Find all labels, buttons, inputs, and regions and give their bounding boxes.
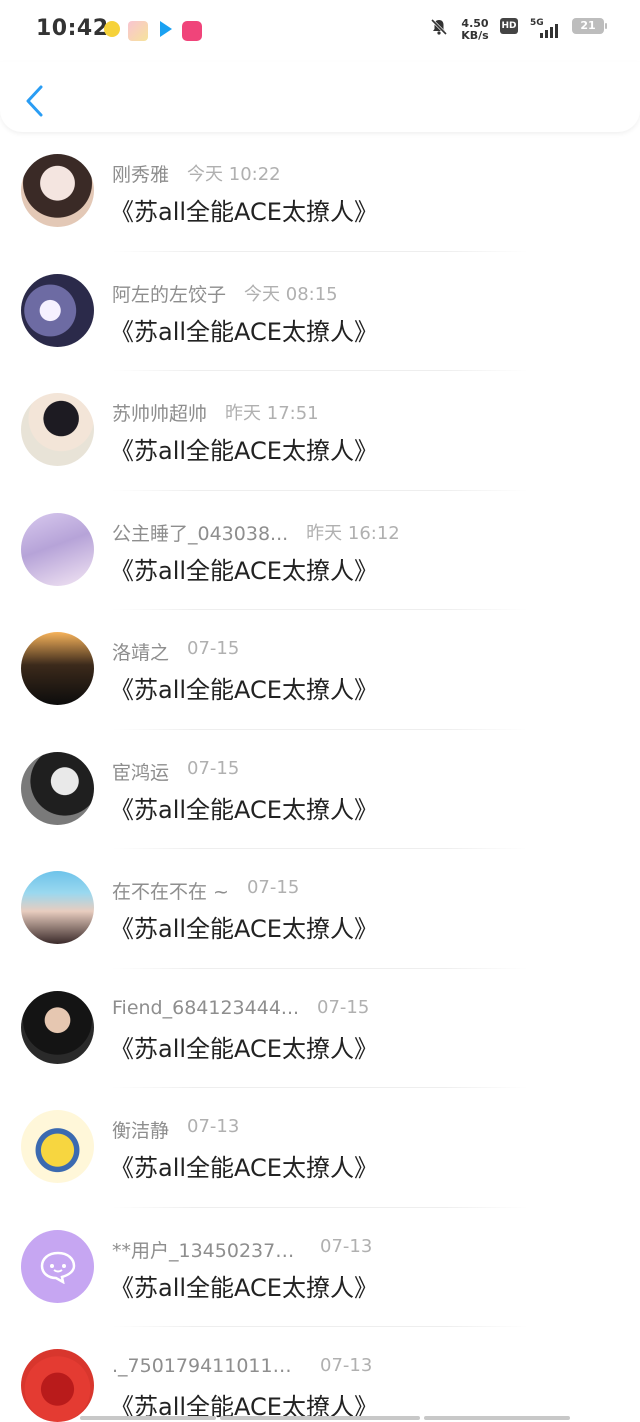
item-title: 《苏all全能ACE太撩人》: [110, 198, 378, 226]
item-meta: 苏帅帅超帅 昨天 17:51: [112, 399, 319, 427]
item-meta: ._75017941101115... 07-13: [112, 1355, 372, 1383]
timestamp: 07-13: [187, 1116, 240, 1137]
avatar[interactable]: [21, 1229, 94, 1303]
item-title: 《苏all全能ACE太撩人》: [110, 437, 378, 465]
hd-badge: HD: [500, 18, 518, 34]
signal-icon: 5G: [530, 18, 558, 38]
list-item[interactable]: 刚秀雅 今天 10:22 《苏all全能ACE太撩人》: [0, 132, 640, 252]
item-meta: **用户_134502377... 07-13: [112, 1236, 372, 1264]
list-item[interactable]: 在不在不在 ~ 07-15 《苏all全能ACE太撩人》: [0, 849, 640, 969]
item-title: 《苏all全能ACE太撩人》: [110, 795, 378, 824]
username[interactable]: 公主睡了_043038...: [112, 519, 288, 546]
item-meta: 宦鸿运 07-15: [112, 758, 239, 786]
list-item[interactable]: 苏帅帅超帅 昨天 17:51 《苏all全能ACE太撩人》: [0, 371, 640, 491]
list-item[interactable]: 公主睡了_043038... 昨天 16:12 《苏all全能ACE太撩人》: [0, 491, 640, 610]
avatar[interactable]: [21, 512, 94, 586]
item-title: 《苏all全能ACE太撩人》: [110, 1034, 378, 1063]
timestamp: 07-13: [320, 1355, 373, 1376]
username[interactable]: 阿左的左饺子: [112, 280, 226, 307]
avatar[interactable]: [21, 154, 94, 227]
avatar[interactable]: [21, 1110, 94, 1183]
avatar[interactable]: [21, 871, 94, 944]
username[interactable]: 刚秀雅: [112, 160, 169, 187]
timestamp: 昨天 17:51: [225, 403, 319, 424]
list-item[interactable]: 衡洁静 07-13 《苏all全能ACE太撩人》: [0, 1088, 640, 1208]
timestamp: 07-15: [246, 877, 300, 898]
list-item[interactable]: 阿左的左饺子 今天 08:15 《苏all全能ACE太撩人》: [0, 252, 640, 371]
item-title: 《苏all全能ACE太撩人》: [110, 1273, 378, 1302]
timestamp: 07-15: [187, 638, 240, 659]
list-item[interactable]: **用户_134502377... 07-13 《苏all全能ACE太撩人》: [0, 1208, 640, 1327]
status-time: 10:42: [36, 16, 109, 41]
nav-bar: [0, 62, 640, 132]
timestamp: 昨天 16:12: [306, 522, 400, 544]
item-meta: 衡洁静 07-13: [112, 1116, 239, 1144]
timestamp: 今天 08:15: [244, 283, 338, 305]
avatar[interactable]: [21, 990, 94, 1064]
net-speed: 4.50 KB/s: [458, 18, 492, 42]
item-meta: 刚秀雅 今天 10:22: [112, 160, 281, 188]
message-list: 刚秀雅 今天 10:22 《苏all全能ACE太撩人》 阿左的左饺子 今天 08:1…: [0, 132, 640, 1422]
app-icon: [128, 21, 148, 41]
username[interactable]: **用户_134502377...: [112, 1236, 302, 1263]
avatar[interactable]: [21, 273, 94, 347]
item-title: 《苏all全能ACE太撩人》: [110, 1154, 378, 1182]
item-meta: 公主睡了_043038... 昨天 16:12: [112, 519, 400, 547]
list-item[interactable]: ._75017941101115... 07-13 《苏all全能ACE太撩人》: [0, 1327, 640, 1422]
video-icon: [160, 21, 172, 37]
app-badge-icon: [182, 21, 202, 41]
gesture-bar: [80, 1416, 570, 1420]
item-title: 《苏all全能ACE太撩人》: [110, 317, 378, 346]
list-item[interactable]: 洛靖之 07-15 《苏all全能ACE太撩人》: [0, 610, 640, 730]
list-item[interactable]: 宦鸿运 07-15 《苏all全能ACE太撩人》: [0, 730, 640, 849]
username[interactable]: Fiend_684123444...: [112, 997, 299, 1019]
back-button[interactable]: [14, 72, 58, 122]
avatar[interactable]: [21, 632, 94, 705]
bulb-icon: [104, 21, 120, 37]
network-type: 5G: [530, 18, 544, 28]
username[interactable]: 洛靖之: [112, 638, 169, 665]
chevron-left-icon: [26, 85, 43, 117]
timestamp: 07-13: [320, 1235, 373, 1257]
avatar[interactable]: [21, 1349, 94, 1422]
username[interactable]: ._75017941101115...: [112, 1355, 302, 1377]
bell-off-icon: [430, 18, 448, 36]
username[interactable]: 宦鸿运: [112, 758, 169, 785]
item-meta: Fiend_684123444... 07-15: [112, 997, 369, 1025]
avatar[interactable]: [21, 751, 94, 825]
item-title: 《苏all全能ACE太撩人》: [110, 556, 378, 585]
item-meta: 阿左的左饺子 今天 08:15: [112, 280, 338, 308]
timestamp: 07-15: [187, 757, 240, 779]
username[interactable]: 苏帅帅超帅: [112, 399, 207, 426]
item-meta: 洛靖之 07-15: [112, 638, 239, 666]
status-bar: 10:42 4.50 KB/s HD 5G 21: [0, 0, 640, 62]
username[interactable]: 衡洁静: [112, 1116, 169, 1143]
list-item[interactable]: Fiend_684123444... 07-15 《苏all全能ACE太撩人》: [0, 969, 640, 1088]
item-title: 《苏all全能ACE太撩人》: [110, 915, 378, 943]
page: 10:42 4.50 KB/s HD 5G 21 刚秀雅 今天 10:22 《苏…: [0, 0, 640, 1422]
username[interactable]: 在不在不在 ~: [112, 877, 229, 904]
item-title: 《苏all全能ACE太撩人》: [110, 676, 378, 704]
net-speed-unit: KB/s: [461, 29, 489, 42]
timestamp: 今天 10:22: [187, 164, 281, 185]
chat-bubble-icon: [40, 1251, 76, 1284]
avatar[interactable]: [21, 393, 94, 466]
item-meta: 在不在不在 ~ 07-15: [112, 877, 299, 905]
timestamp: 07-15: [317, 996, 370, 1018]
battery-icon: 21: [572, 18, 607, 34]
